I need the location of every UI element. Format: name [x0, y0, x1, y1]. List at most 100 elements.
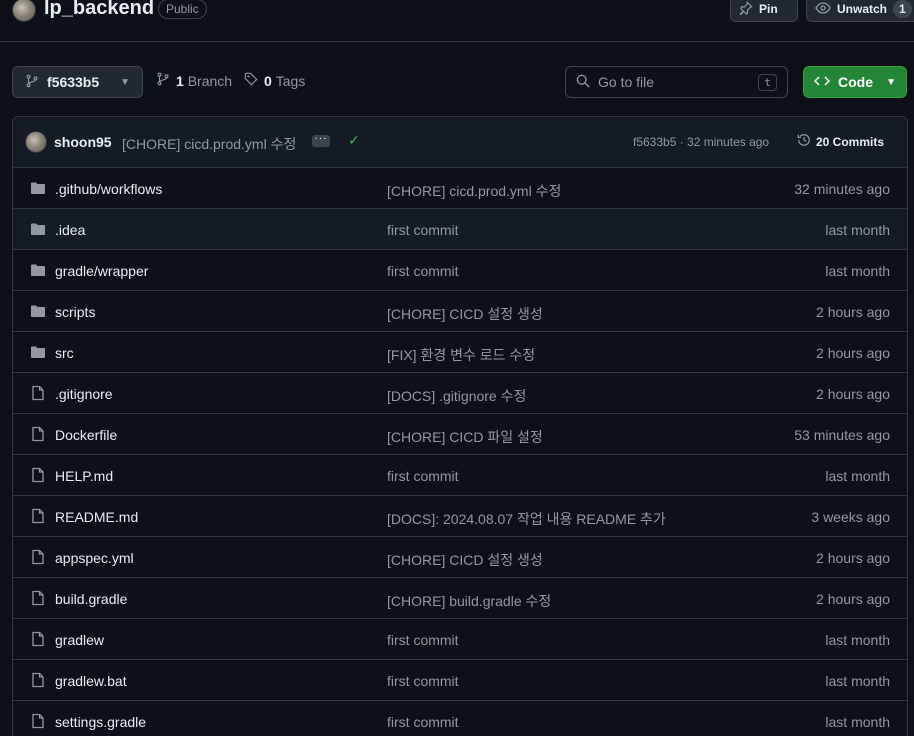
file-row[interactable]: scripts [CHORE] CICD 설정 생성 2 hours ago: [13, 291, 907, 332]
branch-selector[interactable]: f5633b5 ▼: [12, 66, 143, 98]
keyboard-shortcut-hint: t: [758, 73, 777, 91]
file-commit-date: 2 hours ago: [816, 550, 890, 566]
file-name-link[interactable]: HELP.md: [55, 468, 113, 484]
branch-label: Branch: [187, 72, 233, 89]
file-name-link[interactable]: gradle/wrapper: [55, 263, 148, 279]
file-commit-date: 32 minutes ago: [794, 181, 890, 197]
file-row[interactable]: .github/workflows [CHORE] cicd.prod.yml 수…: [13, 168, 907, 209]
file-row[interactable]: settings.gradle first commit last month: [13, 701, 907, 736]
file-commit-message[interactable]: [DOCS] .gitignore 수정: [387, 386, 526, 406]
branch-count: 1: [176, 72, 184, 89]
repo-header: lp_backend Public Pin Unwatch 1: [0, 0, 914, 42]
file-name-link[interactable]: .idea: [55, 222, 85, 238]
file-row[interactable]: Dockerfile [CHORE] CICD 파일 설정 53 minutes a…: [13, 414, 907, 455]
file-name-link[interactable]: gradlew: [55, 632, 104, 648]
commit-message[interactable]: [CHORE] cicd.prod.yml 수정: [122, 134, 296, 154]
file-commit-date: last month: [825, 714, 890, 730]
file-list: shoon95 [CHORE] cicd.prod.yml 수정 ··· ✓ f…: [12, 116, 908, 736]
file-commit-date: 2 hours ago: [816, 591, 890, 607]
file-icon: [30, 467, 46, 483]
pin-label: Pin: [759, 2, 778, 16]
file-row[interactable]: gradlew first commit last month: [13, 619, 907, 660]
file-commit-message[interactable]: first commit: [387, 673, 459, 689]
chevron-down-icon: ▼: [120, 76, 130, 88]
file-commit-message[interactable]: first commit: [387, 632, 459, 648]
tag-label: Tags: [275, 72, 306, 89]
branch-icon: [25, 74, 39, 91]
file-name-link[interactable]: .gitignore: [55, 386, 113, 402]
file-row[interactable]: .gitignore [DOCS] .gitignore 수정 2 hours ag…: [13, 373, 907, 414]
file-icon: [30, 549, 46, 565]
file-commit-message[interactable]: [CHORE] build.gradle 수정: [387, 591, 551, 611]
file-icon: [30, 590, 46, 606]
file-row[interactable]: gradlew.bat first commit last month: [13, 660, 907, 701]
file-row[interactable]: appspec.yml [CHORE] CICD 설정 생성 2 hours ago: [13, 537, 907, 578]
commit-sha-time[interactable]: f5633b5 · 32 minutes ago: [633, 135, 769, 149]
file-name-link[interactable]: gradlew.bat: [55, 673, 127, 689]
file-commit-message[interactable]: [DOCS]: 2024.08.07 작업 내용 README 추가: [387, 509, 666, 529]
file-name-link[interactable]: settings.gradle: [55, 714, 146, 730]
folder-icon: [30, 221, 46, 237]
file-icon: [30, 713, 46, 729]
folder-icon: [30, 303, 46, 319]
file-name-link[interactable]: README.md: [55, 509, 138, 525]
file-commit-date: last month: [825, 222, 890, 238]
file-commit-date: last month: [825, 673, 890, 689]
file-name-link[interactable]: Dockerfile: [55, 427, 117, 443]
file-name-link[interactable]: scripts: [55, 304, 95, 320]
commit-author[interactable]: shoon95: [54, 134, 112, 150]
search-icon: [576, 74, 590, 91]
folder-icon: [30, 262, 46, 278]
tag-icon: [244, 72, 258, 89]
unwatch-button[interactable]: Unwatch 1: [806, 0, 914, 22]
file-commit-date: 3 weeks ago: [811, 509, 890, 525]
check-icon[interactable]: ✓: [348, 132, 360, 149]
file-commit-date: last month: [825, 263, 890, 279]
repo-name[interactable]: lp_backend: [44, 0, 154, 20]
code-icon: [813, 74, 831, 91]
file-row[interactable]: src [FIX] 환경 변수 로드 수정 2 hours ago: [13, 332, 907, 373]
file-row[interactable]: README.md [DOCS]: 2024.08.07 작업 내용 README…: [13, 496, 907, 537]
file-commit-message[interactable]: [CHORE] CICD 설정 생성: [387, 304, 543, 324]
watch-count: 1: [893, 0, 912, 18]
file-row[interactable]: gradle/wrapper first commit last month: [13, 250, 907, 291]
file-commit-date: 2 hours ago: [816, 304, 890, 320]
visibility-badge: Public: [158, 0, 207, 19]
code-button[interactable]: Code ▼: [803, 66, 907, 98]
file-row[interactable]: HELP.md first commit last month: [13, 455, 907, 496]
file-commit-message[interactable]: first commit: [387, 222, 459, 238]
unwatch-label: Unwatch: [837, 2, 888, 16]
commits-link[interactable]: 20 Commits: [797, 133, 884, 150]
file-name-link[interactable]: build.gradle: [55, 591, 127, 607]
file-commit-message[interactable]: [CHORE] CICD 설정 생성: [387, 550, 543, 570]
file-name-link[interactable]: appspec.yml: [55, 550, 134, 566]
file-commit-message[interactable]: [CHORE] CICD 파일 설정: [387, 427, 543, 447]
eye-icon: [815, 1, 831, 18]
file-name-link[interactable]: src: [55, 345, 74, 361]
branch-name: f5633b5: [47, 74, 100, 90]
owner-avatar[interactable]: [12, 0, 36, 22]
ellipsis-icon[interactable]: ···: [312, 134, 330, 147]
history-icon: [797, 133, 811, 150]
file-row[interactable]: .idea first commit last month: [13, 209, 907, 250]
file-commit-message[interactable]: first commit: [387, 263, 459, 279]
file-icon: [30, 508, 46, 524]
commits-count: 20 Commits: [816, 134, 885, 149]
file-row[interactable]: build.gradle [CHORE] build.gradle 수정 2 hou…: [13, 578, 907, 619]
branches-link[interactable]: 1 Branch: [156, 72, 232, 89]
file-icon: [30, 426, 46, 442]
file-commit-message[interactable]: [FIX] 환경 변수 로드 수정: [387, 345, 535, 365]
file-icon: [30, 385, 46, 401]
file-commit-message[interactable]: first commit: [387, 714, 459, 730]
latest-commit-bar: shoon95 [CHORE] cicd.prod.yml 수정 ··· ✓ f…: [13, 117, 907, 168]
file-commit-message[interactable]: [CHORE] cicd.prod.yml 수정: [387, 181, 561, 201]
go-to-file-input[interactable]: Go to file t: [565, 66, 788, 98]
file-icon: [30, 672, 46, 688]
tags-link[interactable]: 0 Tags: [244, 72, 305, 89]
tag-count: 0: [264, 72, 272, 89]
code-label: Code: [838, 74, 873, 90]
author-avatar[interactable]: [25, 131, 47, 153]
file-name-link[interactable]: .github/workflows: [55, 181, 162, 197]
file-commit-message[interactable]: first commit: [387, 468, 459, 484]
pin-button[interactable]: Pin: [730, 0, 798, 22]
